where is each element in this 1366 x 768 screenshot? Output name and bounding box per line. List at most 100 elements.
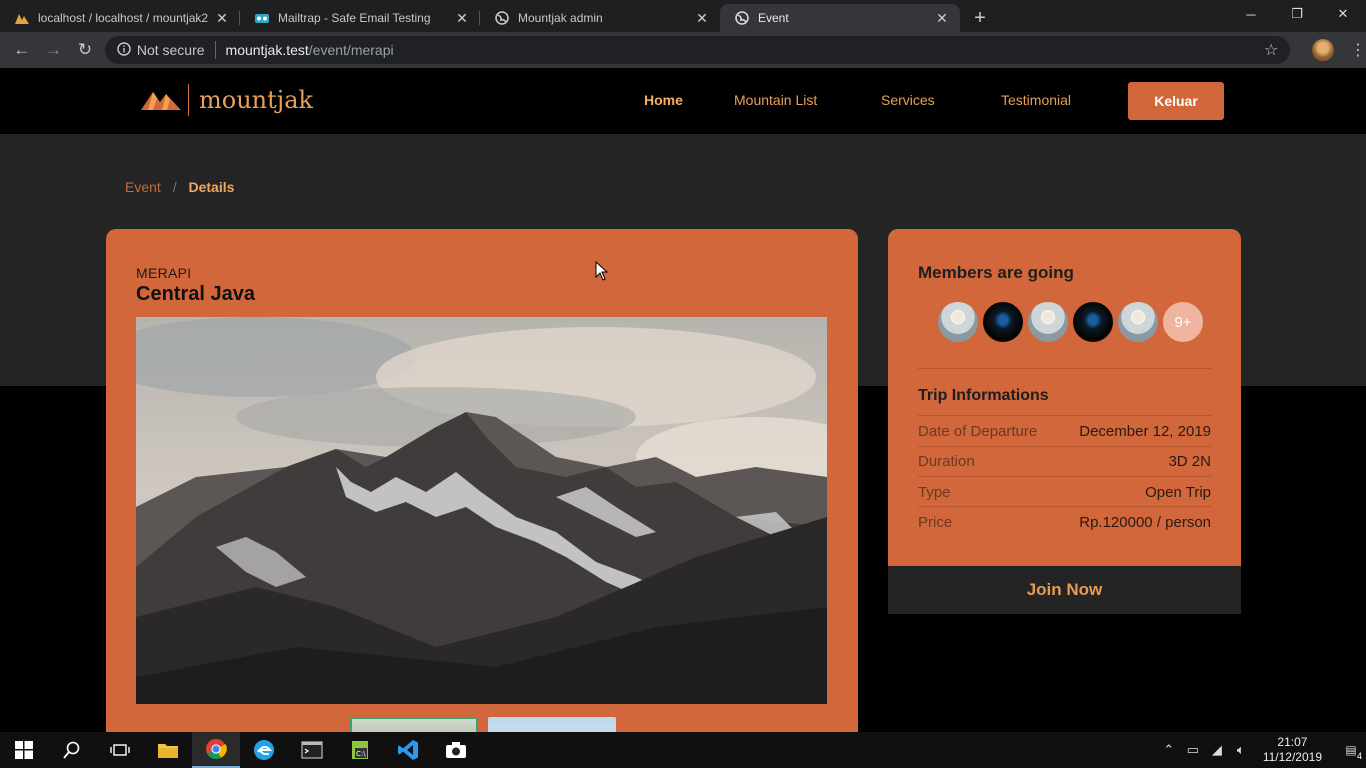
close-icon[interactable]: ✕ (214, 10, 230, 27)
mountain-photo[interactable] (136, 317, 827, 704)
security-label: Not secure (136, 42, 205, 58)
url-path: /event/merapi (308, 42, 394, 58)
close-window-icon[interactable]: ✕ (1320, 0, 1366, 28)
trip-info-heading: Trip Informations (918, 387, 1049, 404)
wifi-icon[interactable]: ◢ (1205, 742, 1229, 758)
notification-count: 4 (1356, 751, 1362, 761)
file-explorer-icon[interactable] (144, 732, 192, 768)
minimize-icon[interactable]: ─ (1228, 0, 1274, 28)
tab-label: Event (758, 11, 789, 25)
windows-taskbar: C:\ ⌃ ▭ ◢ 🔈︎ 21:07 11/12/2019 ▤ 4 (0, 732, 1366, 768)
breadcrumb-separator: / (172, 179, 177, 195)
site-logo[interactable]: mountjak (140, 84, 313, 116)
trip-value: December 12, 2019 (1079, 422, 1211, 440)
mailtrap-icon (254, 10, 270, 26)
volume-icon[interactable]: 🔈︎ (1229, 742, 1253, 758)
nav-services[interactable]: Services (881, 92, 935, 108)
mountain-logo-icon (141, 92, 181, 110)
close-icon[interactable]: ✕ (454, 10, 470, 27)
info-icon[interactable] (117, 41, 131, 59)
restore-icon[interactable]: ❐ (1274, 0, 1320, 28)
trip-row-departure: Date of Departure December 12, 2019 (918, 416, 1211, 446)
trip-label: Price (918, 513, 953, 531)
close-icon[interactable]: ✕ (934, 10, 950, 27)
globe-icon (494, 10, 510, 26)
divider (918, 368, 1211, 369)
search-icon[interactable] (48, 732, 96, 768)
clock[interactable]: 21:07 11/12/2019 (1263, 735, 1322, 765)
address-divider (214, 41, 216, 59)
member-avatar[interactable] (1116, 300, 1160, 344)
trip-value: Open Trip (1145, 483, 1211, 501)
tab-label: localhost / localhost / mountjak2 (38, 11, 209, 25)
browser-tab-strip: localhost / localhost / mountjak2 ✕ Mail… (0, 0, 1366, 32)
trip-label: Type (918, 483, 951, 501)
breadcrumb-event-link[interactable]: Event (125, 179, 161, 195)
system-tray: ⌃ ▭ ◢ 🔈︎ 21:07 11/12/2019 ▤ 4 (1157, 732, 1366, 768)
join-now-button[interactable]: Join Now (888, 566, 1241, 614)
trip-row-duration: Duration 3D 2N (918, 446, 1211, 476)
site-header: mountjak Home Mountain List Services Tes… (0, 68, 1366, 134)
clock-date: 11/12/2019 (1262, 750, 1322, 764)
clock-time: 21:07 (1277, 735, 1308, 749)
browser-toolbar: ← → ↻ Not secure mountjak.test/event/mer… (0, 32, 1366, 68)
phpmyadmin-icon (14, 10, 30, 26)
event-location: Central Java (136, 283, 255, 305)
nav-home[interactable]: Home (644, 92, 683, 108)
profile-avatar[interactable] (1312, 39, 1335, 61)
vscode-icon[interactable] (384, 732, 432, 768)
svg-text:C:\: C:\ (356, 750, 366, 758)
window-controls: ─ ❐ ✕ (1228, 0, 1366, 28)
brand-name: mountjak (199, 86, 314, 114)
close-icon[interactable]: ✕ (694, 10, 710, 27)
tab-mailtrap[interactable]: Mailtrap - Safe Email Testing ✕ (240, 4, 480, 32)
mouse-cursor-icon (595, 260, 609, 286)
trip-label: Duration (918, 452, 975, 470)
nav-mountain-list[interactable]: Mountain List (734, 92, 817, 108)
trip-row-price: Price Rp.120000 / person (918, 507, 1211, 537)
member-avatar[interactable] (936, 300, 980, 344)
tab-mountjak-admin[interactable]: Mountjak admin ✕ (480, 4, 720, 32)
tab-event[interactable]: Event ✕ (720, 4, 960, 32)
trip-value: 3D 2N (1168, 452, 1211, 470)
members-heading: Members are going (918, 263, 1074, 282)
member-avatars: 9+ (936, 300, 1205, 344)
terminal-icon[interactable] (288, 732, 336, 768)
camera-icon[interactable] (432, 732, 480, 768)
logo-divider (188, 84, 189, 116)
mountain-name: MERAPI (136, 265, 192, 281)
globe-icon (734, 10, 750, 26)
trip-label: Date of Departure (918, 422, 1038, 440)
tab-phpmyadmin[interactable]: localhost / localhost / mountjak2 ✕ (0, 4, 240, 32)
tab-label: Mailtrap - Safe Email Testing (278, 11, 431, 25)
trip-row-type: Type Open Trip (918, 477, 1211, 507)
browser-menu-icon[interactable]: ⋮ (1350, 40, 1366, 60)
member-avatar[interactable] (981, 300, 1025, 344)
trip-info-card: Members are going 9+ Trip Informations D… (888, 229, 1241, 566)
edge-icon[interactable] (240, 732, 288, 768)
breadcrumb-current: Details (188, 179, 235, 195)
address-bar[interactable]: Not secure mountjak.test/event/merapi ☆ (104, 36, 1291, 64)
logout-button[interactable]: Keluar (1128, 82, 1224, 120)
reload-icon[interactable]: ↻ (69, 34, 101, 66)
chevron-up-icon[interactable]: ⌃ (1157, 742, 1181, 758)
action-center-icon[interactable]: ▤ 4 (1336, 743, 1366, 761)
bookmark-star-icon[interactable]: ☆ (1264, 40, 1278, 60)
tab-label: Mountjak admin (518, 11, 603, 25)
new-tab-button[interactable]: + (966, 4, 994, 32)
chrome-icon[interactable] (192, 732, 240, 768)
back-arrow-icon[interactable]: ← (6, 34, 38, 66)
windows-start-icon[interactable] (0, 732, 48, 768)
breadcrumb: Event / Details (125, 179, 234, 195)
forward-arrow-icon[interactable]: → (38, 34, 70, 66)
event-details-card: MERAPI Central Java (106, 229, 858, 757)
task-view-icon[interactable] (96, 732, 144, 768)
more-members-badge[interactable]: 9+ (1161, 300, 1205, 344)
member-avatar[interactable] (1026, 300, 1070, 344)
battery-icon[interactable]: ▭ (1181, 742, 1205, 758)
member-avatar[interactable] (1071, 300, 1115, 344)
notepad-plus-icon[interactable]: C:\ (336, 732, 384, 768)
trip-value: Rp.120000 / person (1079, 513, 1211, 531)
nav-testimonial[interactable]: Testimonial (1001, 92, 1071, 108)
url-host: mountjak.test (225, 42, 309, 58)
